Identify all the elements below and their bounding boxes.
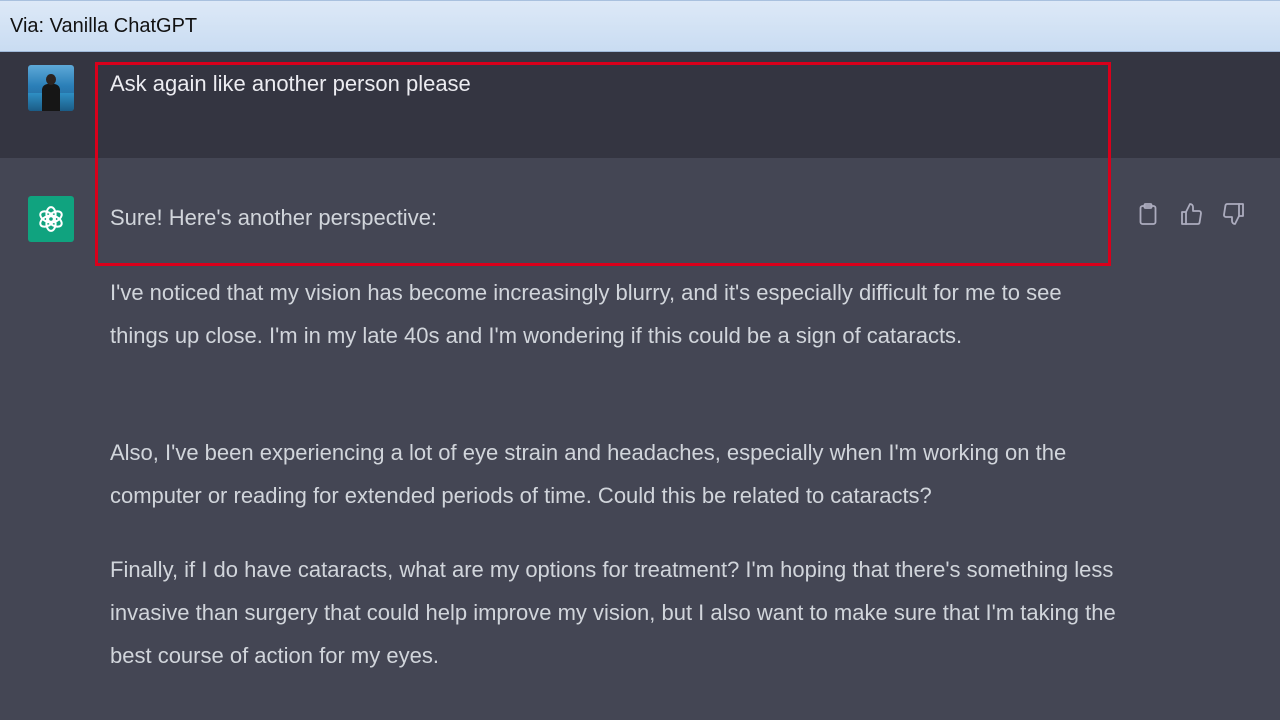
user-avatar	[28, 65, 74, 111]
message-actions	[1136, 202, 1246, 226]
assistant-paragraph: Finally, if I do have cataracts, what ar…	[110, 557, 1116, 668]
thumbs-down-icon	[1223, 203, 1244, 225]
assistant-paragraph: Also, I've been experiencing a lot of ey…	[110, 440, 1067, 508]
assistant-paragraph: I've noticed that my vision has become i…	[110, 280, 1062, 348]
openai-logo-icon	[28, 196, 74, 242]
window-title: Via: Vanilla ChatGPT	[10, 15, 198, 37]
thumbs-up-icon	[1181, 203, 1202, 225]
copy-button[interactable]	[1136, 202, 1160, 226]
thumbs-down-button[interactable]	[1222, 202, 1246, 226]
assistant-intro-text: Sure! Here's another perspective:	[110, 205, 438, 230]
thumbs-up-button[interactable]	[1179, 202, 1203, 226]
user-message-row: Ask again like another person please	[0, 52, 1280, 159]
clipboard-icon	[1139, 203, 1157, 225]
assistant-message-row: Sure! Here's another perspective: I've n…	[0, 158, 1280, 720]
window-title-bar: Via: Vanilla ChatGPT	[0, 0, 1280, 52]
user-message-text: Ask again like another person please	[110, 71, 471, 96]
